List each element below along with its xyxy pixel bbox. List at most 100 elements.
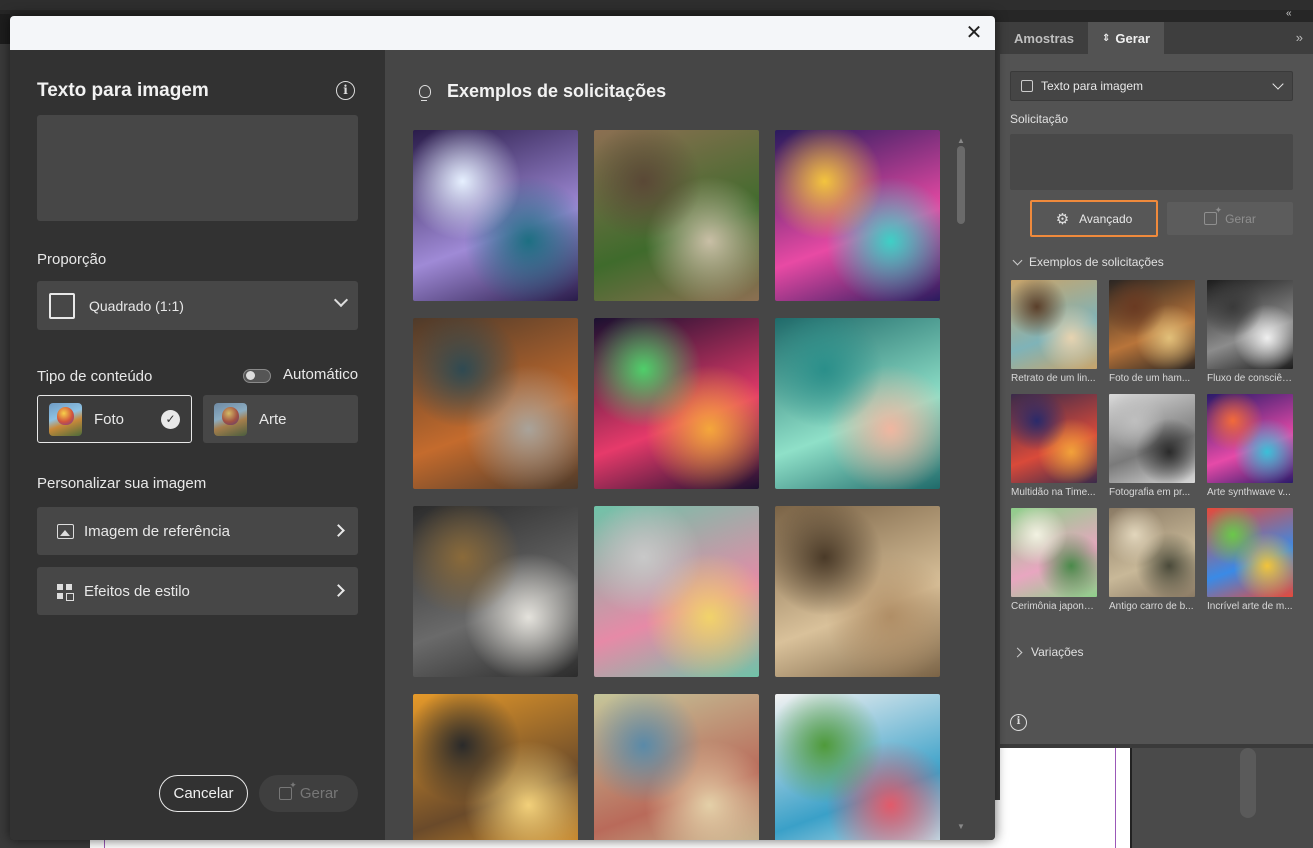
panel-generate-button[interactable]: Gerar [1167, 202, 1293, 235]
style-effects-label: Efeitos de estilo [84, 582, 190, 600]
reference-image-label: Imagem de referência [84, 522, 230, 540]
laptop-desk-image[interactable] [594, 506, 759, 677]
chevron-down-icon [1012, 255, 1023, 265]
image-reference-icon [57, 523, 74, 539]
examples-header: Exemplos de solicitações [413, 80, 666, 102]
giraffe-sunglasses-image[interactable] [413, 694, 578, 840]
style-effects-button[interactable]: Efeitos de estilo [37, 567, 358, 615]
generate-icon [1204, 205, 1222, 225]
jellyfish-image[interactable] [775, 318, 940, 489]
content-type-art-label: Arte [259, 410, 287, 428]
content-type-art-button[interactable]: Arte [203, 395, 358, 443]
content-type-photo-button[interactable]: Foto ✓ [37, 395, 192, 443]
dialog-header: ✕ [10, 16, 995, 50]
dialog-title: Texto para imagem [37, 80, 209, 101]
info-icon[interactable]: i [1010, 714, 1027, 731]
canvas-scrollbar[interactable] [1240, 748, 1256, 818]
panel-expand-icon[interactable]: » [1296, 30, 1303, 45]
auto-toggle[interactable] [243, 369, 271, 383]
generate-button-label: Gerar [299, 785, 339, 802]
koala-camera-image[interactable] [413, 318, 578, 489]
panel-example-thumbnail [1011, 394, 1097, 483]
advanced-button-label: Avançado [1079, 211, 1133, 226]
content-type-photo-label: Foto [94, 410, 125, 428]
examples-grid [413, 130, 940, 840]
tab-amostras[interactable]: Amostras [1000, 22, 1088, 54]
examples-scrollbar[interactable]: ▲ ▼ [957, 136, 965, 831]
chevron-down-icon [333, 292, 349, 308]
panel-example-caption: Cerimônia japone... [1011, 601, 1097, 612]
close-icon[interactable]: ✕ [963, 22, 985, 44]
collapse-panel-icon[interactable]: « [1286, 8, 1292, 19]
panel-example-item[interactable]: Foto de um ham... [1109, 280, 1195, 385]
woman-portrait-image[interactable] [775, 506, 940, 677]
panel-example-item[interactable]: Retrato de um lin... [1011, 280, 1097, 385]
content-type-label: Tipo de conteúdo [37, 368, 153, 385]
chevron-right-icon [332, 524, 345, 537]
panel-example-caption: Retrato de um lin... [1011, 373, 1096, 384]
aspect-select[interactable]: Quadrado (1:1) [37, 281, 358, 330]
text-to-image-dialog: ✕ Texto para imagem i Proporção Quadrado… [10, 16, 995, 840]
aspect-select-value: Quadrado (1:1) [89, 297, 184, 314]
prompt-input[interactable] [37, 115, 358, 221]
art-thumbnail-icon [214, 402, 247, 436]
variations-section-label: Variações [1031, 645, 1084, 659]
app-left-edge [0, 14, 10, 44]
examples-title: Exemplos de solicitações [447, 80, 667, 101]
waterfall-image[interactable] [413, 130, 578, 301]
app-menubar [0, 0, 1313, 10]
panel-example-item[interactable]: Cerimônia japone... [1011, 508, 1097, 613]
photo-thumbnail-icon [49, 402, 82, 436]
generate-panel: Amostras ⇕ Gerar » Texto para imagem Sol… [1000, 22, 1313, 744]
panel-example-thumbnail [1207, 394, 1293, 483]
dialog-settings-column: Texto para imagem i Proporção Quadrado (… [10, 50, 385, 840]
scroll-down-icon[interactable]: ▼ [957, 822, 965, 831]
neon-fruits-image[interactable] [594, 318, 759, 489]
text-to-image-icon [1021, 80, 1033, 92]
dog-sunglasses-image[interactable] [775, 130, 940, 301]
aspect-label: Proporção [37, 251, 107, 268]
panel-example-item[interactable]: Arte synthwave v... [1207, 394, 1293, 499]
panel-example-caption: Fluxo de consciên... [1207, 373, 1293, 384]
panel-example-item[interactable]: Incrível arte de m... [1207, 508, 1293, 613]
examples-column: Exemplos de solicitações ▲ ▼ [385, 50, 995, 840]
auto-toggle-label: Automático [283, 366, 359, 383]
panel-example-item[interactable]: Multidão na Time... [1011, 394, 1097, 499]
cancel-button[interactable]: Cancelar [159, 775, 248, 812]
panel-example-item[interactable]: Fotografia em pr... [1109, 394, 1195, 499]
panel-example-thumbnail [1109, 508, 1195, 597]
panel-example-item[interactable]: Antigo carro de b... [1109, 508, 1195, 613]
scrollbar-thumb[interactable] [957, 146, 965, 224]
mode-select[interactable]: Texto para imagem [1010, 71, 1293, 101]
panel-example-thumbnail [1207, 508, 1293, 597]
square-ratio-icon [49, 292, 75, 319]
panel-prompt-input[interactable] [1010, 134, 1293, 190]
panel-example-item[interactable]: Fluxo de consciên... [1207, 280, 1293, 385]
panel-example-caption: Foto de um ham... [1109, 373, 1191, 384]
panel-tabs: Amostras ⇕ Gerar » [1000, 22, 1313, 54]
panel-example-caption: Incrível arte de m... [1207, 601, 1293, 612]
panel-example-caption: Arte synthwave v... [1207, 487, 1291, 498]
advanced-button[interactable]: ⚙ Avançado [1030, 200, 1158, 237]
tropical-room-image[interactable] [594, 130, 759, 301]
variations-section-toggle[interactable]: Variações [1012, 645, 1084, 659]
scroll-up-icon[interactable]: ▲ [957, 136, 965, 145]
examples-section-toggle[interactable]: Exemplos de solicitações [1012, 255, 1164, 269]
style-effects-icon [57, 583, 74, 601]
tab-reorder-icon: ⇕ [1101, 32, 1111, 44]
desert-trailer-image[interactable] [594, 694, 759, 840]
chevron-right-icon [1012, 647, 1023, 657]
palm-street-image[interactable] [775, 694, 940, 840]
generate-button[interactable]: Gerar [259, 775, 358, 812]
page-guide [1115, 748, 1116, 848]
gear-icon: ⚙ [1055, 210, 1070, 228]
panel-example-thumbnail [1109, 280, 1195, 369]
reference-image-button[interactable]: Imagem de referência [37, 507, 358, 555]
tab-gerar[interactable]: ⇕ Gerar [1087, 22, 1165, 54]
marble-still-life-image[interactable] [413, 506, 578, 677]
panel-example-thumbnail [1207, 280, 1293, 369]
generate-icon [278, 780, 297, 800]
chevron-right-icon [332, 584, 345, 597]
info-icon[interactable]: i [336, 81, 355, 100]
mode-select-value: Texto para imagem [1041, 79, 1144, 93]
